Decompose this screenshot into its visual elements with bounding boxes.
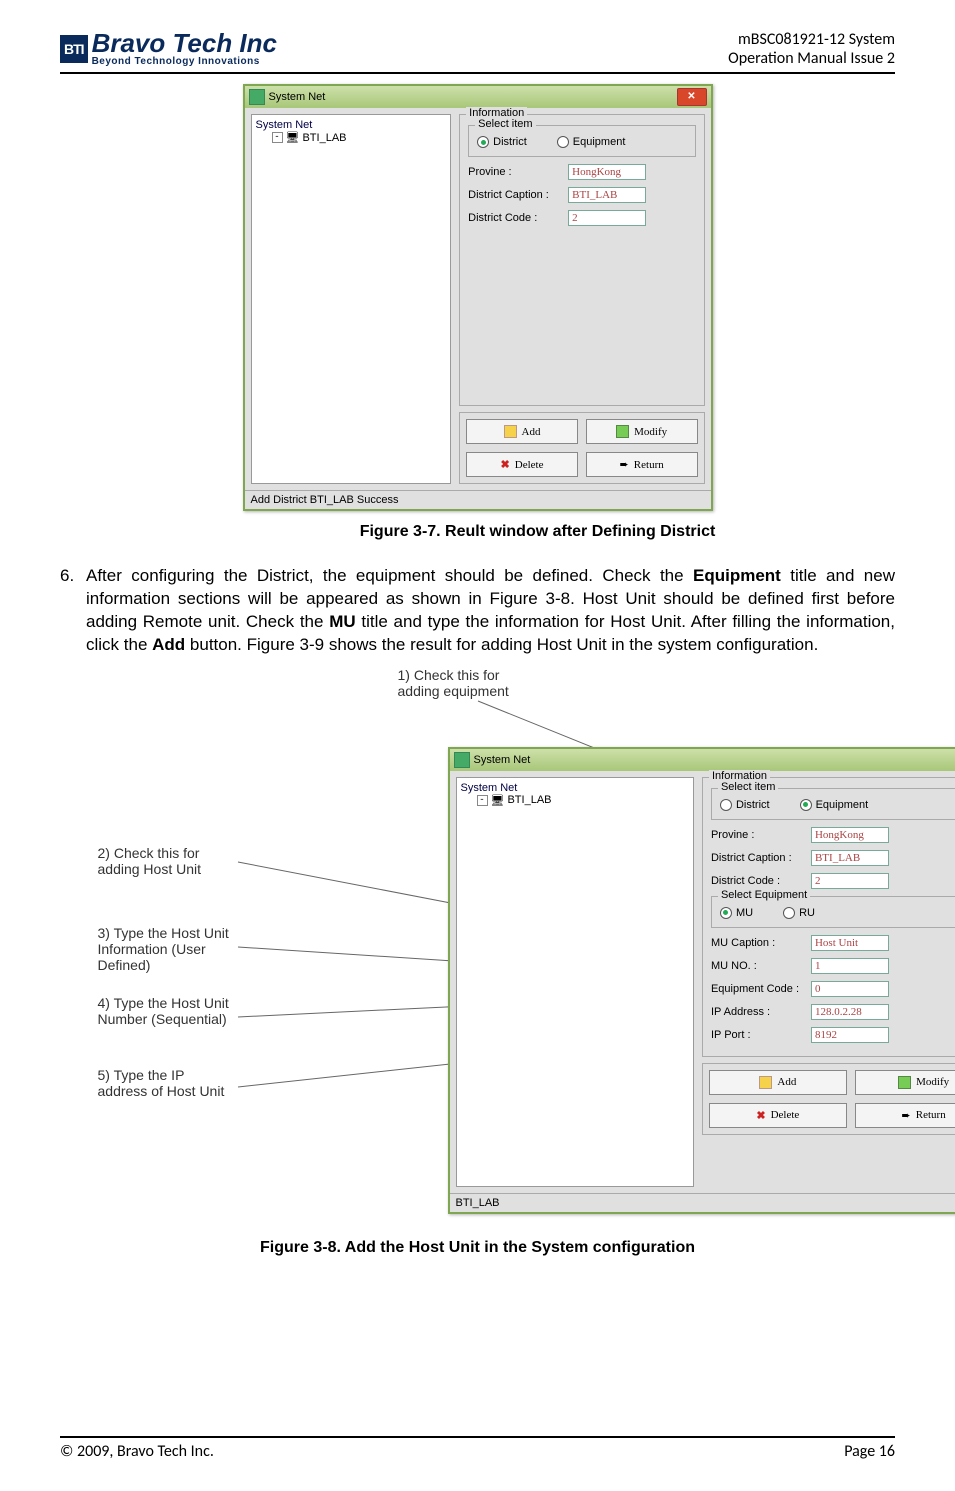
- delete-button[interactable]: ✖Delete: [466, 452, 578, 477]
- modify-button[interactable]: Modify: [855, 1070, 955, 1095]
- tree-root[interactable]: System Net: [461, 782, 689, 794]
- provine-field[interactable]: HongKong: [568, 164, 646, 180]
- return-icon: ➨: [902, 1109, 911, 1122]
- provine-label: Provine :: [711, 829, 811, 841]
- logo-subtitle: Beyond Technology Innovations: [92, 56, 277, 67]
- mu-no-label: MU NO. :: [711, 960, 811, 972]
- add-button[interactable]: Add: [709, 1070, 847, 1095]
- status-bar: Add District BTI_LAB Success: [245, 490, 711, 509]
- logo: BTI Bravo Tech Inc Beyond Technology Inn…: [60, 30, 277, 67]
- provine-field[interactable]: HongKong: [811, 827, 889, 843]
- titlebar: System Net ✕: [450, 749, 955, 771]
- step-6-text: 6. After configuring the District, the e…: [60, 565, 895, 657]
- annotation-2: 2) Check this for adding Host Unit: [98, 845, 238, 877]
- app-icon: [454, 752, 470, 768]
- radio-district[interactable]: District: [477, 136, 527, 148]
- tree-item-label[interactable]: BTI_LAB: [507, 794, 551, 806]
- select-item-legend: Select item: [475, 118, 535, 130]
- add-icon: [759, 1076, 772, 1089]
- tree-expand-icon[interactable]: -: [272, 132, 283, 143]
- figure-3-8-block: 1) Check this for adding equipment 2) Ch…: [98, 667, 858, 1227]
- window-title: System Net: [269, 91, 326, 103]
- annotation-3: 3) Type the Host Unit Information (User …: [98, 925, 238, 973]
- tree-item-label[interactable]: BTI_LAB: [302, 132, 346, 144]
- district-caption-label: District Caption :: [711, 852, 811, 864]
- tree-root[interactable]: System Net: [256, 119, 447, 131]
- equipment-code-field[interactable]: 0: [811, 981, 889, 997]
- page-number: Page 16: [844, 1442, 895, 1461]
- radio-ru[interactable]: RU: [783, 907, 815, 919]
- select-item-legend: Select item: [718, 781, 778, 793]
- mu-caption-label: MU Caption :: [711, 937, 811, 949]
- district-caption-field[interactable]: BTI_LAB: [811, 850, 889, 866]
- select-equipment-legend: Select Equipment: [718, 889, 810, 901]
- delete-icon: ✖: [501, 458, 510, 471]
- mu-no-field[interactable]: 1: [811, 958, 889, 974]
- figure-3-7-caption: Figure 3-7. Reult window after Defining …: [180, 523, 895, 541]
- status-bar: BTI_LAB: [450, 1193, 955, 1212]
- delete-icon: ✖: [756, 1109, 765, 1122]
- district-code-field[interactable]: 2: [568, 210, 646, 226]
- add-icon: [504, 425, 517, 438]
- information-group: Information Select item District Equipme…: [459, 114, 704, 406]
- annotation-5: 5) Type the IP address of Host Unit: [98, 1067, 238, 1099]
- page-footer: © 2009, Bravo Tech Inc. Page 16: [60, 1436, 895, 1461]
- tree-panel: System Net -🖥BTI_LAB: [456, 777, 694, 1187]
- equipment-code-label: Equipment Code :: [711, 983, 811, 995]
- modify-icon: [616, 425, 629, 438]
- logo-title: Bravo Tech Inc: [92, 30, 277, 56]
- radio-equipment[interactable]: Equipment: [557, 136, 626, 148]
- annotation-1: 1) Check this for adding equipment: [398, 667, 538, 699]
- doc-title: mBSC081921-12 System Operation Manual Is…: [728, 30, 895, 68]
- ip-port-field[interactable]: 8192: [811, 1027, 889, 1043]
- tree-panel: System Net -🖥BTI_LAB: [251, 114, 452, 484]
- ip-address-field[interactable]: 128.0.2.28: [811, 1004, 889, 1020]
- copyright: © 2009, Bravo Tech Inc.: [60, 1442, 214, 1461]
- ip-port-label: IP Port :: [711, 1029, 811, 1041]
- ip-address-label: IP Address :: [711, 1006, 811, 1018]
- figure-3-7: System Net ✕ System Net -🖥BTI_LAB Inform…: [243, 84, 713, 511]
- window-title: System Net: [474, 754, 531, 766]
- tree-node-icon: 🖥: [286, 131, 300, 144]
- radio-mu[interactable]: MU: [720, 907, 753, 919]
- radio-district[interactable]: District: [720, 799, 770, 811]
- figure-3-8-caption: Figure 3-8. Add the Host Unit in the Sys…: [60, 1239, 895, 1257]
- return-icon: ➨: [620, 458, 629, 471]
- titlebar: System Net ✕: [245, 86, 711, 108]
- information-group: Information Select item District Equipme…: [702, 777, 955, 1057]
- tree-node-icon: 🖥: [491, 794, 505, 807]
- modify-icon: [898, 1076, 911, 1089]
- district-caption-field[interactable]: BTI_LAB: [568, 187, 646, 203]
- return-button[interactable]: ➨Return: [586, 452, 698, 477]
- return-button[interactable]: ➨Return: [855, 1103, 955, 1128]
- close-icon[interactable]: ✕: [677, 88, 707, 106]
- button-panel: Add Modify ✖Delete ➨Return: [702, 1063, 955, 1135]
- district-code-field[interactable]: 2: [811, 873, 889, 889]
- district-code-label: District Code :: [468, 212, 568, 224]
- provine-label: Provine :: [468, 166, 568, 178]
- system-net-window-1: System Net ✕ System Net -🖥BTI_LAB Inform…: [243, 84, 713, 511]
- button-panel: Add Modify ✖Delete ➨Return: [459, 412, 704, 484]
- district-code-label: District Code :: [711, 875, 811, 887]
- add-button[interactable]: Add: [466, 419, 578, 444]
- modify-button[interactable]: Modify: [586, 419, 698, 444]
- annotation-4: 4) Type the Host Unit Number (Sequential…: [98, 995, 238, 1027]
- system-net-window-2: System Net ✕ System Net -🖥BTI_LAB Inform…: [448, 747, 955, 1214]
- tree-expand-icon[interactable]: -: [477, 795, 488, 806]
- mu-caption-field[interactable]: Host Unit: [811, 935, 889, 951]
- delete-button[interactable]: ✖Delete: [709, 1103, 847, 1128]
- page-header: BTI Bravo Tech Inc Beyond Technology Inn…: [60, 30, 895, 74]
- district-caption-label: District Caption :: [468, 189, 568, 201]
- radio-equipment[interactable]: Equipment: [800, 799, 869, 811]
- logo-badge: BTI: [60, 35, 88, 63]
- app-icon: [249, 89, 265, 105]
